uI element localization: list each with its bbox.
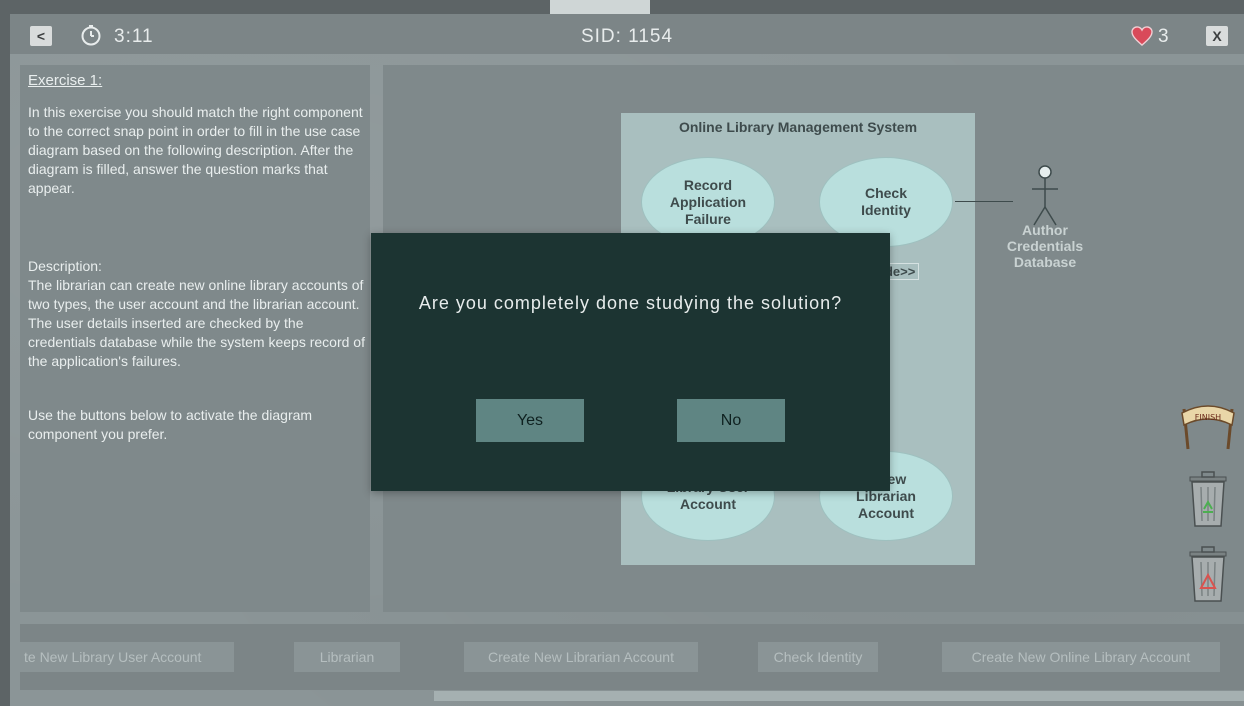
exercise-title: Exercise 1:: [28, 72, 103, 89]
top-edge-strip: [550, 0, 650, 14]
palette-item-user-account[interactable]: te New Library User Account: [20, 642, 234, 672]
instructions-panel: Exercise 1: In this exercise you should …: [20, 65, 370, 612]
dialog-message: Are you completely done studying the sol…: [418, 293, 843, 313]
hint-text: Use the buttons below to activate the di…: [28, 407, 313, 442]
no-button[interactable]: No: [677, 399, 785, 442]
palette-item-librarian-account[interactable]: Create New Librarian Account: [464, 642, 698, 672]
description-heading: Description:: [28, 258, 102, 274]
exercise-intro: In this exercise you should match the ri…: [28, 104, 363, 196]
association-line: [955, 201, 1013, 202]
palette-item-check-identity[interactable]: Check Identity: [758, 642, 878, 672]
palette-item-online-library-account[interactable]: Create New Online Library Account: [942, 642, 1220, 672]
palette-scrollbar[interactable]: [434, 691, 1244, 701]
top-bar: < 3:11 SID: 1154 3 X: [10, 14, 1244, 54]
heart-icon: [1131, 26, 1153, 46]
component-palette: te New Library User Account Librarian Cr…: [20, 624, 1244, 690]
finish-label: FINISH: [1195, 413, 1221, 422]
finish-banner-icon[interactable]: FINISH: [1178, 399, 1238, 451]
system-title: Online Library Management System: [678, 119, 918, 135]
trash-green-icon[interactable]: [1184, 469, 1232, 529]
confirm-dialog: Are you completely done studying the sol…: [371, 233, 890, 491]
trash-red-icon[interactable]: [1184, 544, 1232, 604]
use-case-label: Record Application Failure: [669, 176, 747, 227]
close-button[interactable]: X: [1206, 26, 1228, 46]
actor-label: Author Credentials Database: [1006, 222, 1084, 270]
lives-count: 3: [1158, 26, 1169, 47]
palette-item-librarian[interactable]: Librarian: [294, 642, 400, 672]
description-text: The librarian can create new online libr…: [28, 277, 365, 369]
use-case-label: Check Identity: [861, 185, 911, 218]
yes-button[interactable]: Yes: [476, 399, 584, 442]
session-id: SID: 1154: [580, 26, 674, 47]
